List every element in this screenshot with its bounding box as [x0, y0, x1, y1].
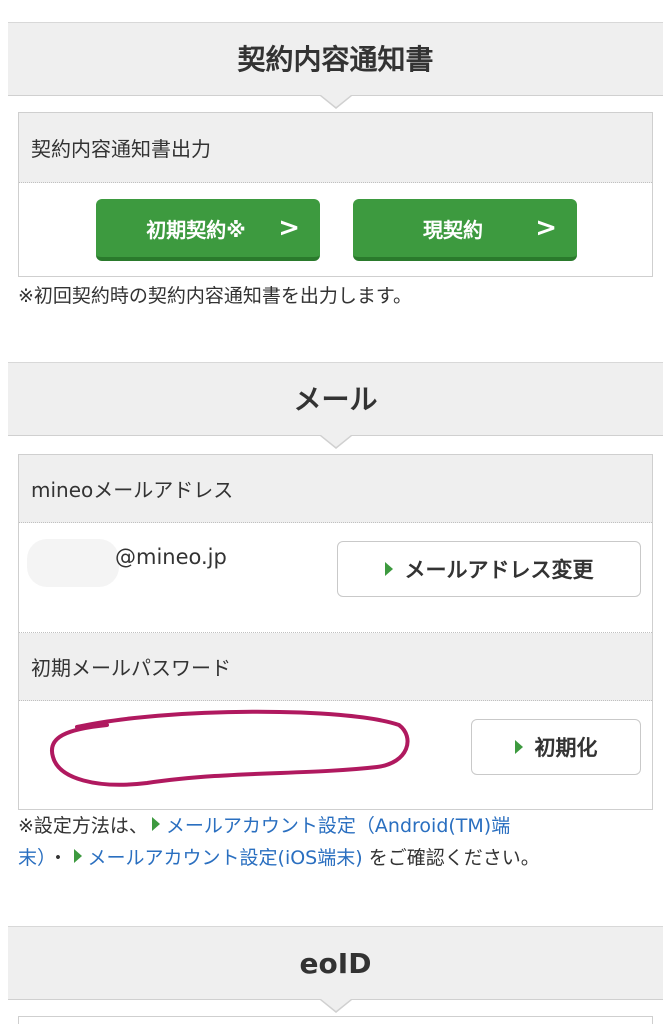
contract-notice-box: 契約内容通知書出力 初期契約※ > 現契約 >	[18, 112, 653, 277]
redaction-scribble	[49, 709, 410, 787]
reset-password-label: 初期化	[534, 736, 598, 760]
section-title-eoid: eoID	[299, 947, 372, 980]
section-pointer	[319, 435, 352, 449]
initial-contract-label: 初期契約※	[146, 217, 246, 242]
mail-address-label: mineoメールアドレス	[19, 455, 652, 523]
section-header-eoid: eoID	[8, 926, 663, 1013]
change-address-label: メールアドレス変更	[404, 558, 594, 582]
eoid-box	[18, 1016, 653, 1024]
contract-note: ※初回契約時の契約内容通知書を出力します。	[18, 285, 413, 307]
section-pointer	[319, 999, 352, 1013]
chevron-right-icon: >	[278, 213, 300, 243]
section-header-contract: 契約内容通知書	[8, 22, 663, 109]
section-title-mail: メール	[293, 383, 378, 416]
mail-password-label: 初期メールパスワード	[19, 633, 652, 701]
android-setup-link-cont[interactable]: 末）	[18, 847, 47, 869]
mail-note-prefix: ※設定方法は、	[18, 815, 148, 837]
triangle-right-icon	[73, 849, 82, 863]
change-address-button[interactable]: メールアドレス変更	[337, 541, 641, 597]
section-header-mail: メール	[8, 362, 663, 449]
mail-password-row: 初期化	[19, 701, 652, 809]
triangle-right-icon	[384, 562, 393, 576]
mail-note-suffix: をご確認ください。	[362, 847, 540, 869]
initial-contract-button[interactable]: 初期契約※ >	[96, 199, 320, 261]
mail-address-row: @mineo.jp メールアドレス変更	[19, 523, 652, 633]
mail-setup-note: ※設定方法は、 メールアカウント設定（Android(TM)端 末）・メールアカウ…	[18, 810, 658, 874]
current-contract-button[interactable]: 現契約 >	[353, 199, 577, 261]
android-setup-link[interactable]: メールアカウント設定（Android(TM)端	[166, 815, 510, 837]
triangle-right-icon	[514, 740, 523, 754]
section-pointer	[319, 95, 352, 109]
reset-password-button[interactable]: 初期化	[471, 719, 641, 775]
triangle-right-icon	[151, 817, 160, 831]
section-title-contract: 契約内容通知書	[237, 43, 434, 76]
contract-notice-label: 契約内容通知書出力	[19, 113, 652, 183]
current-contract-label: 現契約	[423, 217, 483, 242]
chevron-right-icon: >	[535, 213, 557, 243]
link-separator: ・	[48, 847, 68, 869]
redacted-address-blur	[27, 539, 119, 587]
mail-address-value: @mineo.jp	[115, 545, 227, 569]
mail-box: mineoメールアドレス @mineo.jp メールアドレス変更 初期メールパス…	[18, 454, 653, 810]
ios-setup-link[interactable]: メールアカウント設定(iOS端末)	[88, 847, 363, 869]
